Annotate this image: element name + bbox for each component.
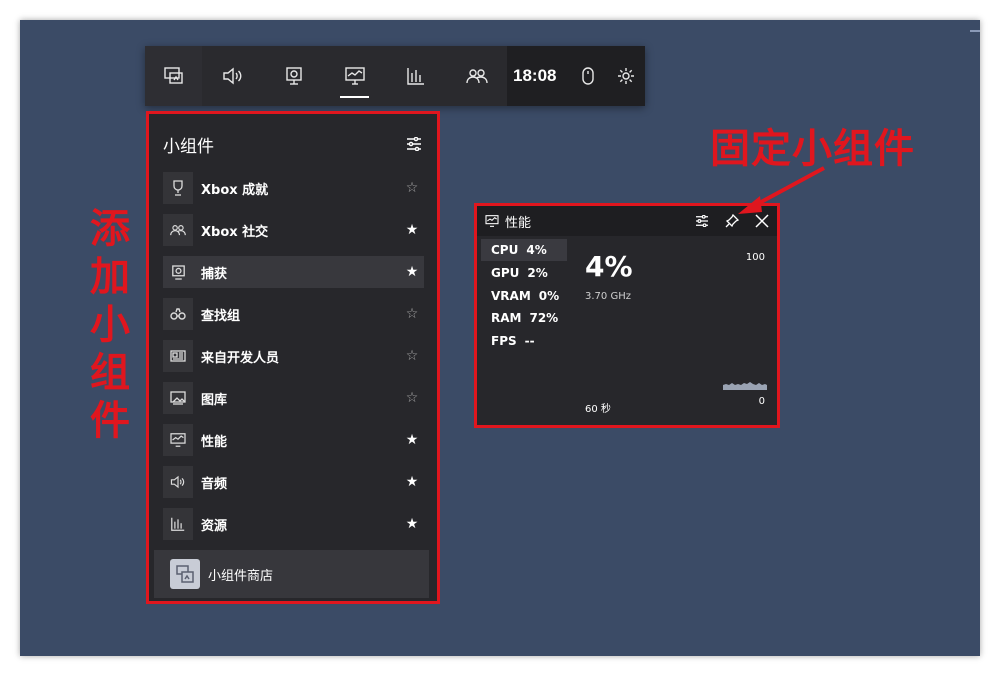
gallery-icon [163, 382, 193, 414]
widget-menu-panel: 小组件 Xbox 成就 ☆ Xbox 社交 ★ 捕获 ★ 查找组 ☆ 来自开发人… [146, 111, 440, 604]
capture-icon [285, 67, 302, 85]
audio-icon [222, 67, 241, 85]
widget-item-lfg[interactable]: 查找组 ☆ [163, 298, 424, 330]
metric-value: 0% [538, 289, 560, 303]
social-icon [163, 214, 193, 246]
metric-name: RAM [491, 311, 522, 325]
metric-ram[interactable]: RAM 72% [481, 307, 567, 329]
widget-item-label: 图库 [201, 392, 228, 408]
annotation-char: 小 [90, 302, 130, 348]
widget-buttons [202, 46, 507, 106]
star-filled-icon[interactable]: ★ [400, 222, 424, 238]
annotation-char: 添 [90, 206, 130, 252]
widget-item-developer[interactable]: 来自开发人员 ☆ [163, 340, 424, 372]
mouse-icon [582, 67, 594, 85]
capture-icon [163, 256, 193, 288]
performance-icon [485, 215, 499, 227]
clock: 18:08 [513, 66, 557, 85]
metric-value: -- [524, 334, 535, 348]
audio-icon [163, 466, 193, 498]
audio-button[interactable] [202, 46, 263, 106]
performance-icon [163, 424, 193, 456]
widget-item-label: 来自开发人员 [201, 350, 280, 366]
social-icon [465, 69, 488, 84]
widget-store-icon [170, 559, 200, 589]
performance-widget-title: 性能 [505, 215, 532, 231]
metric-value: 72% [529, 311, 559, 325]
metric-fps[interactable]: FPS -- [481, 330, 567, 352]
widget-item-audio[interactable]: 音频 ★ [163, 466, 424, 498]
toolbar-right: 18:08 [507, 46, 645, 106]
widget-store-label: 小组件商店 [208, 568, 274, 584]
performance-icon [344, 67, 365, 85]
metric-name: VRAM [491, 289, 531, 303]
widget-item-resources[interactable]: 资源 ★ [163, 508, 424, 540]
options-button[interactable] [687, 215, 717, 227]
news-icon [163, 340, 193, 372]
widget-item-social[interactable]: Xbox 社交 ★ [163, 214, 424, 246]
annotation-char: 加 [90, 254, 130, 300]
star-filled-icon[interactable]: ★ [400, 432, 424, 448]
metric-name: FPS [491, 334, 517, 348]
binoculars-icon [163, 298, 193, 330]
performance-widget: 性能 CPU 4% GPU 2% VRAM 0% RAM 72% FPS -- … [474, 203, 780, 428]
social-button[interactable] [446, 46, 507, 106]
widget-item-label: Xbox 成就 [201, 182, 269, 198]
widget-menu-icon [163, 67, 183, 84]
star-filled-icon[interactable]: ★ [400, 516, 424, 532]
cpu-frequency: 3.70 GHz [585, 291, 631, 302]
widget-item-label: 音频 [201, 476, 228, 492]
star-outline-icon[interactable]: ☆ [400, 306, 424, 322]
game-bar-toolbar: 18:08 [145, 46, 645, 106]
widget-menu-button[interactable] [145, 46, 202, 106]
widget-item-performance[interactable]: 性能 ★ [163, 424, 424, 456]
desktop-edge-line [970, 30, 980, 32]
metric-vram[interactable]: VRAM 0% [481, 285, 567, 307]
capture-button[interactable] [263, 46, 324, 106]
graph-max-label: 100 [745, 252, 765, 263]
widget-menu-title: 小组件 [163, 136, 214, 157]
metric-value: 2% [527, 266, 548, 280]
widget-item-label: 资源 [201, 518, 228, 534]
widget-item-capture[interactable]: 捕获 ★ [163, 256, 424, 288]
star-filled-icon[interactable]: ★ [400, 264, 424, 280]
metric-name: GPU [491, 266, 520, 280]
resources-button[interactable] [385, 46, 446, 106]
star-outline-icon[interactable]: ☆ [400, 348, 424, 364]
widget-item-label: Xbox 社交 [201, 224, 269, 240]
performance-button[interactable] [324, 46, 385, 106]
annotation-char: 件 [90, 398, 130, 444]
filter-settings-icon [696, 215, 708, 227]
widget-item-label: 查找组 [201, 308, 241, 324]
mouse-button[interactable] [569, 67, 607, 85]
widget-item-label: 捕获 [201, 266, 228, 282]
cpu-big-value: 4% [585, 250, 633, 283]
metric-gpu[interactable]: GPU 2% [481, 262, 567, 284]
settings-button[interactable] [607, 67, 645, 85]
metric-value: 4% [526, 243, 547, 257]
cpu-usage-graph [723, 382, 767, 390]
metric-cpu[interactable]: CPU 4% [481, 239, 567, 261]
gear-icon [618, 68, 634, 84]
widget-item-gallery[interactable]: 图库 ☆ [163, 382, 424, 414]
star-outline-icon[interactable]: ☆ [400, 390, 424, 406]
graph-min-label: 0 [758, 396, 765, 407]
graph-timespan-label: 60 秒 [585, 404, 611, 415]
widget-item-label: 性能 [201, 434, 228, 450]
resources-icon [163, 508, 193, 540]
resources-icon [406, 68, 424, 85]
widget-menu-header: 小组件 [149, 114, 437, 162]
annotation-arrow [738, 166, 825, 214]
widget-store-button[interactable]: 小组件商店 [154, 550, 429, 598]
star-filled-icon[interactable]: ★ [400, 474, 424, 490]
filter-settings-icon[interactable] [406, 137, 422, 151]
metric-name: CPU [491, 243, 519, 257]
annotation-char: 组 [90, 350, 130, 396]
add-widget-annotation: 添 加 小 组 件 [86, 205, 134, 445]
star-outline-icon[interactable]: ☆ [400, 180, 424, 196]
trophy-icon [163, 172, 193, 204]
widget-item-achievements[interactable]: Xbox 成就 ☆ [163, 172, 424, 204]
